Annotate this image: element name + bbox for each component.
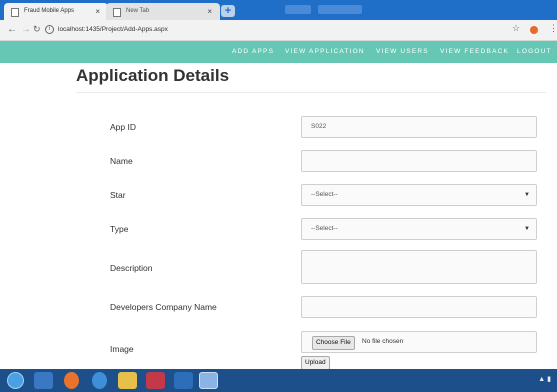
company-input[interactable] <box>301 296 537 318</box>
description-label: Description <box>110 263 153 273</box>
nav-add-apps[interactable]: ADD APPS <box>232 41 274 63</box>
reload-icon[interactable]: ↻ <box>33 23 41 36</box>
extension-icon[interactable] <box>530 26 538 34</box>
tab-title: Fraud Mobile Apps <box>24 8 75 14</box>
page-title: Application Details <box>76 66 230 85</box>
chrome-taskbar-icon[interactable] <box>199 372 218 389</box>
firefox-taskbar-icon[interactable] <box>64 372 79 389</box>
caret-down-icon: ▼ <box>524 226 530 232</box>
app-taskbar-icon[interactable] <box>174 372 193 389</box>
page-icon <box>113 8 121 17</box>
tab-fraud-mobile-apps[interactable]: Fraud Mobile Apps × <box>4 3 108 20</box>
titlebar-decoration <box>285 5 311 14</box>
back-icon[interactable]: ← <box>7 23 17 36</box>
nav-view-users[interactable]: VIEW USERS <box>376 41 429 63</box>
app-id-label: App ID <box>110 122 136 132</box>
close-icon[interactable]: × <box>207 3 212 20</box>
choose-file-button[interactable]: Choose File <box>312 336 355 350</box>
star-label: Star <box>110 190 126 200</box>
info-icon[interactable]: i <box>45 24 54 34</box>
star-icon[interactable]: ☆ <box>512 23 520 34</box>
description-textarea[interactable] <box>301 250 537 284</box>
company-label: Developers Company Name <box>110 302 217 312</box>
app-navbar: ADD APPS VIEW APPLICATION VIEW USERS VIE… <box>0 41 557 63</box>
name-label: Name <box>110 156 133 166</box>
tab-new-tab[interactable]: New Tab × <box>106 3 220 20</box>
os-taskbar: ▲ ▮ <box>0 369 557 392</box>
nav-view-feedback[interactable]: VIEW FEEDBACK <box>440 41 509 63</box>
type-label: Type <box>110 224 129 234</box>
page-icon <box>11 8 19 17</box>
caret-down-icon: ▼ <box>524 192 530 198</box>
tab-title: New Tab <box>126 8 150 14</box>
folder-taskbar-icon[interactable] <box>118 372 137 389</box>
image-label: Image <box>110 344 134 354</box>
titlebar-decoration <box>318 5 362 14</box>
start-icon[interactable] <box>7 372 24 389</box>
type-select-value: --Select-- <box>311 225 338 232</box>
divider <box>76 92 546 93</box>
app-taskbar-icon[interactable] <box>146 372 165 389</box>
nav-logout[interactable]: LOGOUT <box>517 41 552 63</box>
address-bar[interactable]: i localhost:1435/Project/Add-Apps.aspx <box>45 23 500 37</box>
type-select[interactable]: --Select-- ▼ <box>301 218 537 240</box>
name-input[interactable] <box>301 150 537 172</box>
explorer-taskbar-icon[interactable] <box>34 372 53 389</box>
forward-icon[interactable]: → <box>21 23 31 36</box>
browser-toolbar: ← → ↻ i localhost:1435/Project/Add-Apps.a… <box>0 20 557 41</box>
ie-taskbar-icon[interactable] <box>92 372 107 389</box>
star-select[interactable]: --Select-- ▼ <box>301 184 537 206</box>
file-status: No file chosen <box>362 338 404 345</box>
image-file-input: Choose File No file chosen <box>301 331 537 353</box>
star-select-value: --Select-- <box>311 191 338 198</box>
browser-tab-bar: Fraud Mobile Apps × New Tab × + <box>0 0 557 20</box>
menu-icon[interactable]: ⋮ <box>549 23 557 34</box>
nav-view-application[interactable]: VIEW APPLICATION <box>285 41 365 63</box>
upload-button[interactable]: Upload <box>301 356 330 370</box>
new-tab-button[interactable]: + <box>221 5 235 17</box>
close-icon[interactable]: × <box>95 3 100 20</box>
system-tray: ▲ ▮ <box>538 376 551 383</box>
url-text: localhost:1435/Project/Add-Apps.aspx <box>58 26 168 33</box>
app-id-input[interactable]: S022 <box>301 116 537 138</box>
